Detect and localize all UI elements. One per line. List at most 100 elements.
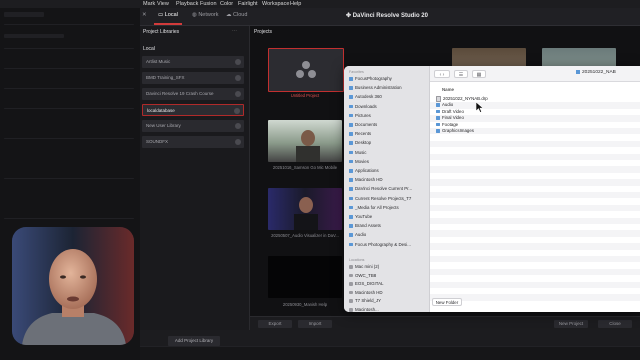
favorite-label: Downloads <box>355 103 377 109</box>
menu-fusion[interactable]: Fusion <box>200 1 217 7</box>
folder-icon <box>349 178 353 182</box>
file-row[interactable]: GraphicsImages <box>436 128 474 133</box>
sidebar-favorite-item[interactable]: Music <box>349 150 366 155</box>
sidebar-favorite-item[interactable]: Business Administration <box>349 85 402 90</box>
sidebar-options-icon[interactable]: ⋯ <box>232 28 237 34</box>
file-row[interactable]: Audio <box>436 102 453 107</box>
mouse-cursor-icon <box>476 102 484 113</box>
back-forward-buttons[interactable]: ‹ › <box>434 70 450 78</box>
new-folder-button[interactable]: New Folder <box>432 298 462 306</box>
sidebar-favorite-item[interactable]: Macintosh HD <box>349 177 383 182</box>
sidebar-location-item[interactable]: Macintosh... <box>349 307 379 312</box>
sidebar-location-item[interactable]: Macintosh HD <box>349 290 383 295</box>
favorite-label: Focus Photography & Desi... <box>355 241 411 247</box>
library-label: New User Library <box>146 123 181 128</box>
project-thumbnail[interactable] <box>268 120 342 162</box>
library-info-icon[interactable] <box>235 123 241 129</box>
favorite-label: Business Administration <box>355 85 402 91</box>
favorite-label: Brand Assets <box>355 223 381 229</box>
tab-network[interactable]: ◍ Network <box>192 12 219 18</box>
resolve-logo-icon <box>296 61 316 78</box>
file-row[interactable]: Final Video <box>436 115 464 120</box>
library-label: BMD Training_SFX <box>146 75 185 80</box>
sidebar-favorite-item[interactable]: DaVinci Resolve Current Pr... <box>349 186 412 191</box>
menu-fairlight[interactable]: Fairlight <box>238 1 258 7</box>
add-project-library-button[interactable]: Add Project Library <box>168 336 220 346</box>
location-label: Mac mini (2) <box>355 264 380 269</box>
project-thumbnail-selected[interactable] <box>268 48 344 92</box>
new-project-button[interactable]: New Project <box>554 320 588 328</box>
sidebar-favorite-item[interactable]: Brand Assets <box>349 223 381 228</box>
library-item[interactable]: Davinci Resolve 19 Crash Course <box>142 88 244 100</box>
close-button[interactable]: Close <box>598 320 632 328</box>
folder-icon <box>349 141 353 145</box>
sidebar-favorite-item[interactable]: _Media for All Projects <box>349 205 399 210</box>
name-column-header[interactable]: Name <box>442 87 454 92</box>
sidebar-favorite-item[interactable]: YouTube <box>349 214 372 219</box>
sidebar-location-item[interactable]: OWC_TB8 <box>349 273 376 278</box>
folder-icon <box>349 77 353 81</box>
import-button[interactable]: Import <box>298 320 332 328</box>
sidebar-favorite-item[interactable]: Autodesk 360 <box>349 94 382 99</box>
favorite-label: Desktop <box>355 140 372 146</box>
sidebar-favorite-item[interactable]: Downloads <box>349 104 377 109</box>
tab-local[interactable]: ▭ Local <box>158 12 178 18</box>
folder-icon <box>349 196 353 201</box>
sidebar-favorite-item[interactable]: FocusPhotography <box>349 76 392 81</box>
folder-icon <box>349 104 353 109</box>
export-button[interactable]: Export <box>258 320 292 328</box>
sidebar-location-item[interactable]: Mac mini (2) <box>349 264 379 269</box>
sidebar-favorite-item[interactable]: Focus Photography & Desi... <box>349 242 411 247</box>
file-name: Footage <box>442 121 459 127</box>
sidebar-location-item[interactable]: EOS_DIGITAL <box>349 281 383 286</box>
tab-cloud[interactable]: ☁ Cloud <box>226 12 247 18</box>
grid-view-icon[interactable]: ▦ <box>472 70 486 78</box>
file-row[interactable]: Draft Video <box>436 109 464 114</box>
library-info-icon[interactable] <box>235 75 241 81</box>
path-popup[interactable]: 20251022_NAB <box>576 70 636 78</box>
sidebar-favorite-item[interactable]: Applications <box>349 168 379 173</box>
local-section-label: Local <box>143 46 155 52</box>
presenter-video <box>12 227 134 345</box>
project-caption: 20251016_Samson Go Mic Mobile <box>272 165 338 170</box>
drive-icon <box>349 282 353 286</box>
sidebar-favorite-item[interactable]: Audio <box>349 232 366 237</box>
folder-icon <box>349 123 353 127</box>
project-caption: 20250507_Audio Visualizer in DaV... <box>271 233 339 238</box>
file-row[interactable]: Footage <box>436 122 458 127</box>
file-name: Draft Video <box>442 108 464 114</box>
menu-mark[interactable]: Mark <box>143 1 155 7</box>
favorite-label: Movies <box>355 158 369 164</box>
menu-workspace[interactable]: Workspace <box>262 1 289 7</box>
list-view-icon[interactable]: ☰ <box>454 70 468 78</box>
menu-playback[interactable]: Playback <box>176 1 198 7</box>
project-manager-header: ✕ ▭ Local ◍ Network ☁ Cloud ✤ DaVinci Re… <box>140 8 640 26</box>
library-info-icon[interactable] <box>234 108 240 114</box>
projects-header: Projects <box>254 29 273 35</box>
document-icon <box>436 96 441 102</box>
menu-view[interactable]: View <box>157 1 169 7</box>
menu-help[interactable]: Help <box>290 1 301 7</box>
menu-color[interactable]: Color <box>220 1 233 7</box>
sidebar-favorite-item[interactable]: Movies <box>349 159 369 164</box>
sidebar-location-item[interactable]: T7 Shield_JY <box>349 298 381 303</box>
sidebar-favorite-item[interactable]: Documents <box>349 122 377 127</box>
sidebar-favorite-item[interactable]: Recents <box>349 131 371 136</box>
library-item[interactable]: SOUNDFX <box>142 136 244 148</box>
library-item[interactable]: Artlist Music <box>142 56 244 68</box>
sidebar-favorite-item[interactable]: Desktop <box>349 140 371 145</box>
sidebar-favorite-item[interactable]: Current Resolve Projects_T7 <box>349 196 411 201</box>
project-thumbnail[interactable] <box>268 188 342 230</box>
project-thumbnail[interactable] <box>268 256 342 298</box>
library-info-icon[interactable] <box>235 59 241 65</box>
library-info-icon[interactable] <box>235 139 241 145</box>
close-icon[interactable]: ✕ <box>142 12 147 18</box>
library-item-selected[interactable]: localdatabase <box>142 104 244 116</box>
library-item[interactable]: New User Library <box>142 120 244 132</box>
open-file-dialog: Favorites FocusPhotography Business Admin… <box>344 66 640 312</box>
location-label: OWC_TB8 <box>355 272 377 278</box>
locations-header: Locations <box>349 258 365 262</box>
library-item[interactable]: BMD Training_SFX <box>142 72 244 84</box>
library-info-icon[interactable] <box>235 91 241 97</box>
sidebar-favorite-item[interactable]: Pictures <box>349 113 371 118</box>
